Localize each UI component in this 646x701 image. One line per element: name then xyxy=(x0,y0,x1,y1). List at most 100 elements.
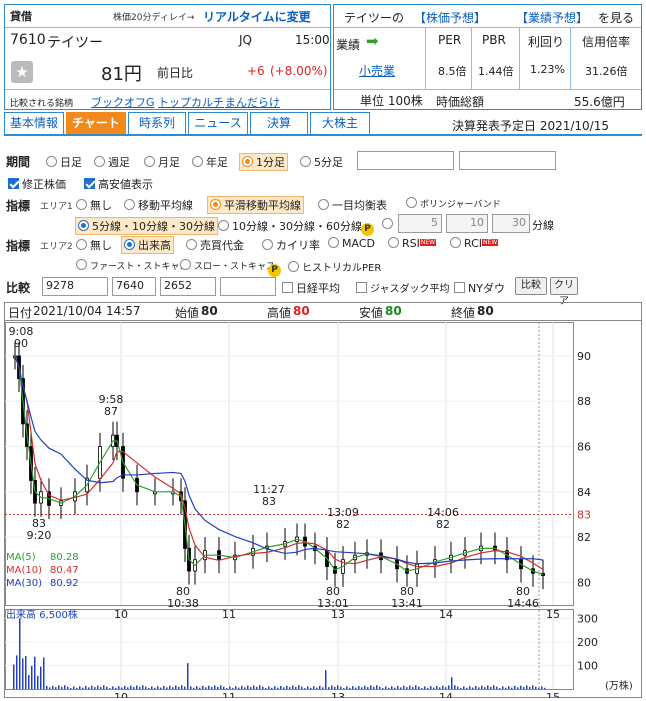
clear-button[interactable]: クリア xyxy=(550,277,578,307)
chart-annotation: 83 9:20 xyxy=(26,517,52,543)
chart-annotation: 80 14:46 xyxy=(507,585,539,611)
area2-option-selected[interactable]: 出来高 xyxy=(121,236,174,254)
ma-unit: 分線 xyxy=(532,219,554,232)
price-forecast-link[interactable]: 【株価予想】 xyxy=(414,9,486,26)
compare-dow-checkbox[interactable]: NYダウ xyxy=(454,280,505,296)
high-low-checkbox[interactable]: 高安値表示 xyxy=(84,176,153,192)
tab-news[interactable]: ニュース xyxy=(188,112,248,134)
period-end-input[interactable] xyxy=(459,151,556,170)
ma-option[interactable]: 10分線・30分線・60分線 xyxy=(218,218,362,234)
period-option[interactable]: 日足 xyxy=(46,154,82,170)
industry-label: 業績 xyxy=(336,38,361,52)
compare-code-input[interactable]: 7640 xyxy=(112,277,156,296)
area1-option[interactable]: 移動平均線 xyxy=(124,197,193,213)
stock-code: 7610 xyxy=(10,32,46,48)
chart-annotation: 9:58 87 xyxy=(98,392,124,418)
chart-annotation: 9:08 90 xyxy=(8,324,34,350)
date-label: 日付 xyxy=(8,306,33,320)
close-value: 80 xyxy=(477,304,494,318)
ma10-legend: MA(10) 80.47 xyxy=(6,565,79,576)
volume-unit: (万株) xyxy=(605,681,633,692)
compare-code-input[interactable]: 9278 xyxy=(42,277,108,296)
realtime-link[interactable]: リアルタイムに変更 xyxy=(203,8,311,25)
compare-label: 比較 xyxy=(6,281,31,295)
p-badge-icon[interactable]: P xyxy=(361,218,374,236)
ma-input[interactable]: 10 xyxy=(446,214,488,233)
period-option[interactable]: 年足 xyxy=(192,154,228,170)
compare-code-input[interactable] xyxy=(220,277,276,296)
area1-option[interactable]: 一目均衡表 xyxy=(318,197,387,213)
ma-option-selected[interactable]: 5分線・10分線・30分線 xyxy=(75,217,218,235)
pbr-value: 1.44倍 xyxy=(478,65,514,78)
yield-label: 利回り xyxy=(528,35,565,49)
area1-label: エリア1 xyxy=(40,202,73,212)
area2-label: エリア2 xyxy=(40,242,73,252)
area1-option[interactable]: ボリンジャーバンド xyxy=(406,197,501,210)
favorite-star-icon[interactable]: ★ xyxy=(11,61,33,83)
pbr-label: PBR xyxy=(482,33,506,47)
tab-chart[interactable]: チャート xyxy=(66,112,126,134)
adjusted-price-checkbox[interactable]: 修正株価 xyxy=(8,176,66,192)
area2-option[interactable]: ヒストリカルPER xyxy=(288,259,381,274)
chart-annotation: 80 13:01 xyxy=(317,585,349,611)
tab-timeseries[interactable]: 時系列 xyxy=(128,112,186,134)
high-label: 高値 xyxy=(267,306,292,320)
area2-option[interactable]: RSINEW xyxy=(388,237,437,250)
performance-forecast-link[interactable]: 【業績予想】 xyxy=(516,9,588,26)
chart-panel[interactable]: 日付 2021/10/04 14:57 始値 80 高値 80 安値 80 終値… xyxy=(4,302,642,698)
area2-option[interactable]: RCINEW xyxy=(450,237,499,250)
market: JQ xyxy=(239,33,252,47)
area1-option-selected[interactable]: 平滑移動平均線 xyxy=(207,196,304,214)
ma-input[interactable]: 5 xyxy=(398,214,442,233)
area1-option[interactable]: 無し xyxy=(76,197,112,213)
low-label: 安値 xyxy=(359,306,384,320)
chart-annotation: 80 13:41 xyxy=(391,585,423,611)
market-cap-value: 55.6億円 xyxy=(574,95,625,109)
tab-shareholders[interactable]: 大株主 xyxy=(310,112,370,134)
indicator-label-2: 指標 xyxy=(6,239,31,253)
price-time: 15:00 xyxy=(295,33,330,47)
period-option[interactable]: 週足 xyxy=(94,154,130,170)
area2-option[interactable]: 無し xyxy=(76,237,112,253)
chart-info-bar: 日付 2021/10/04 14:57 始値 80 高値 80 安値 80 終値… xyxy=(5,303,641,321)
period-option[interactable]: 5分足 xyxy=(300,154,343,170)
volume-label: 出来高 6,500株 xyxy=(6,610,78,621)
market-cap-label: 時価総額 xyxy=(436,95,485,109)
low-value: 80 xyxy=(385,304,402,318)
close-label: 終値 xyxy=(451,306,476,320)
compare-stock-link[interactable]: ブックオフG xyxy=(91,94,155,110)
tab-basic-info[interactable]: 基本情報 xyxy=(4,112,64,134)
arrow-right-icon: ➡ xyxy=(366,32,379,50)
area2-option[interactable]: 売買代金 xyxy=(186,237,244,253)
ma30-legend: MA(30) 80.92 xyxy=(6,578,79,589)
compare-stock-link[interactable]: トップカルチ xyxy=(158,94,224,110)
current-price: 81円 xyxy=(101,64,142,85)
per-value: 8.5倍 xyxy=(438,65,467,78)
delay-note: 株価20分ディレイ→ xyxy=(113,13,195,23)
compare-button[interactable]: 比較 xyxy=(515,277,547,295)
forecast-prefix: テイツーの xyxy=(344,11,405,25)
period-option-selected[interactable]: 1分足 xyxy=(239,153,288,171)
period-option[interactable]: 月足 xyxy=(144,154,180,170)
ma-custom-option[interactable] xyxy=(382,218,396,231)
stock-top-row: 貸借 株価20分ディレイ→ リアルタイムに変更 xyxy=(5,5,330,27)
compare-stock-link[interactable]: まんだらけ xyxy=(225,94,280,110)
tab-earnings[interactable]: 決算 xyxy=(250,112,308,134)
p-badge-icon[interactable]: P xyxy=(268,259,281,277)
compare-code-input[interactable]: 2652 xyxy=(160,277,216,296)
area2-option[interactable]: スロー・ストキャス xyxy=(180,259,275,272)
ma-input[interactable]: 30 xyxy=(492,214,530,233)
forecast-suffix: を見る xyxy=(598,11,635,25)
indicator-label: 指標 xyxy=(6,199,31,213)
yield-value: 1.23% xyxy=(530,63,565,76)
price-change-pct: (+8.00%) xyxy=(270,64,328,78)
compare-jasdaq-checkbox[interactable]: ジャスダック平均 xyxy=(356,280,450,295)
annotation-layer: 9:08 90 83 9:20 9:58 87 80 10:38 11:27 83 80 13:01 1… xyxy=(5,322,641,698)
period-start-input[interactable] xyxy=(357,151,454,170)
area2-option[interactable]: カイリ率 xyxy=(262,237,320,253)
area2-option[interactable]: ファースト・ストキャス xyxy=(76,259,189,272)
area2-option[interactable]: MACD xyxy=(328,237,375,250)
industry-link[interactable]: 小売業 xyxy=(359,62,395,79)
stock-name: テイツー xyxy=(47,35,103,51)
compare-nikkei-checkbox[interactable]: 日経平均 xyxy=(282,280,340,296)
